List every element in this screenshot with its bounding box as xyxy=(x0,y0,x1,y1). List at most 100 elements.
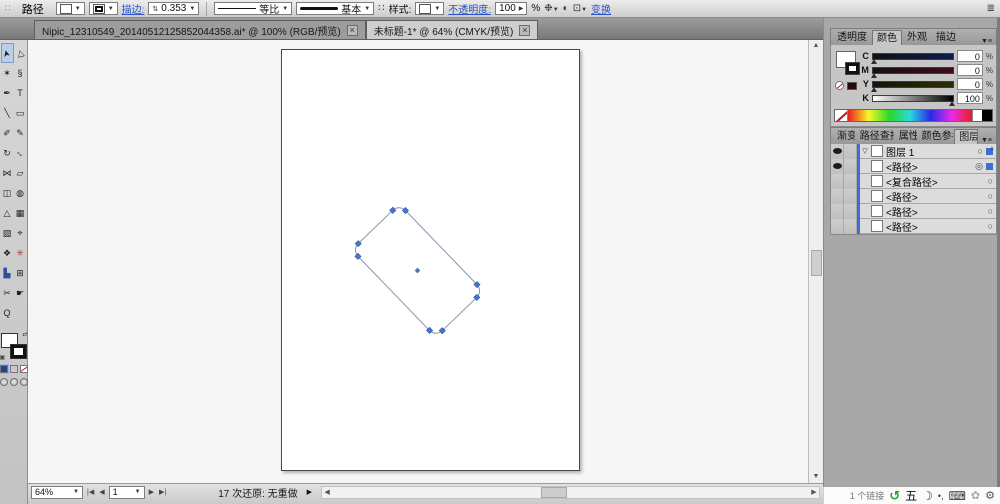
control-panel-menu-icon[interactable]: ≣ xyxy=(987,3,995,14)
stroke-panel-link[interactable]: 描边: xyxy=(122,1,145,16)
horizontal-scrollbar[interactable]: ◀ ▶ xyxy=(321,485,820,499)
stepper-icon[interactable]: ⇅ xyxy=(152,5,158,13)
column-graph-tool[interactable]: ▙ xyxy=(1,263,14,283)
channel-value-field[interactable]: 0 xyxy=(956,50,983,62)
gradient-tool[interactable]: ▧ xyxy=(1,223,14,243)
layer-row[interactable]: <路径> ○ xyxy=(831,188,996,204)
slider-handle[interactable] xyxy=(870,58,877,64)
slice-tool[interactable]: ✂ xyxy=(1,283,14,303)
brush-definition-dropdown[interactable]: 基本 ▼ xyxy=(296,2,375,16)
scroll-down-icon[interactable]: ▼ xyxy=(809,471,823,483)
layer-row[interactable]: ▽ 图层 1 ○ xyxy=(831,143,996,159)
stroke-weight-field[interactable]: ⇅ 0.353 ▼ xyxy=(148,2,200,15)
spectrum-black-swatch[interactable] xyxy=(982,110,992,121)
target-circle-icon[interactable]: ○ xyxy=(988,221,993,231)
slider-handle[interactable] xyxy=(870,86,877,92)
scale-tool[interactable]: ↔ xyxy=(13,143,26,163)
layer-row[interactable]: <路径> ◎ xyxy=(831,158,996,174)
channel-value-field[interactable]: 100 xyxy=(956,92,983,104)
visibility-toggle[interactable] xyxy=(831,218,844,234)
fill-color-dropdown[interactable]: ▼ xyxy=(55,2,85,15)
last-color-swatch[interactable] xyxy=(847,82,857,90)
lock-toggle[interactable] xyxy=(844,203,857,219)
rectangle-tool[interactable]: ▭ xyxy=(14,103,27,123)
slider-handle[interactable] xyxy=(948,100,955,106)
panel-grip-icon[interactable]: ∷ xyxy=(5,3,11,14)
lasso-tool[interactable]: § xyxy=(14,63,27,83)
stroke-proxy-swatch[interactable] xyxy=(845,62,860,75)
target-circle-icon[interactable]: ○ xyxy=(988,191,993,201)
color-group-tab[interactable]: 颜色 xyxy=(872,30,902,45)
horizontal-scroll-thumb[interactable] xyxy=(540,486,567,498)
lock-toggle[interactable] xyxy=(844,218,857,234)
gradient-mode-button[interactable] xyxy=(9,365,18,373)
selected-rounded-rectangle[interactable] xyxy=(28,40,808,483)
layers-group-tab[interactable]: 图层 xyxy=(954,129,978,144)
symbol-sprayer-tool[interactable]: ✳ xyxy=(14,243,27,263)
channel-slider[interactable] xyxy=(870,66,954,78)
slider-handle[interactable] xyxy=(870,72,877,78)
lock-toggle[interactable] xyxy=(844,143,857,159)
mesh-tool[interactable]: ▦ xyxy=(14,203,27,223)
free-transform-tool[interactable]: ▱ xyxy=(14,163,27,183)
none-swatch-icon[interactable] xyxy=(835,81,844,90)
tab-close-icon[interactable]: × xyxy=(346,24,358,36)
visibility-toggle[interactable] xyxy=(831,158,844,174)
target-circle-icon[interactable]: ○ xyxy=(988,206,993,216)
layers-group-tab[interactable]: 路径查找器 xyxy=(856,129,894,144)
type-tool[interactable]: T xyxy=(14,83,27,103)
scroll-up-icon[interactable]: ▲ xyxy=(809,40,823,52)
color-mode-button[interactable] xyxy=(0,364,9,374)
spectrum-none-swatch[interactable] xyxy=(835,110,848,121)
visibility-toggle[interactable] xyxy=(831,143,844,159)
color-spectrum-bar[interactable] xyxy=(834,109,993,122)
channel-slider[interactable] xyxy=(870,52,954,64)
lock-toggle[interactable] xyxy=(844,188,857,204)
draw-behind-button[interactable] xyxy=(9,378,18,386)
swap-fill-stroke-icon[interactable]: ⇄ xyxy=(22,331,27,338)
expand-arrow-icon[interactable]: ▽ xyxy=(860,147,870,155)
opacity-field[interactable]: 100 ▶ xyxy=(495,2,528,15)
target-circle-icon[interactable]: ○ xyxy=(988,176,993,186)
scroll-right-icon[interactable]: ▶ xyxy=(809,487,819,498)
color-group-tab[interactable]: 透明度 xyxy=(833,30,871,45)
visibility-toggle[interactable] xyxy=(831,173,844,189)
color-group-tab[interactable]: 外观 xyxy=(903,30,931,45)
last-page-button[interactable]: ▶| xyxy=(158,488,167,496)
panel-menu-icon[interactable]: ▼≡ xyxy=(979,38,994,45)
zoom-level-dropdown[interactable]: 64% ▼ xyxy=(31,485,83,499)
vertical-scroll-thumb[interactable] xyxy=(811,250,822,276)
flower-icon[interactable]: ✿ xyxy=(971,489,980,502)
pencil-tool[interactable]: ✎ xyxy=(14,123,27,143)
color-group-tab[interactable]: 描边 xyxy=(932,30,960,45)
vertical-scrollbar[interactable]: ▲ ▼ xyxy=(808,40,823,483)
style-dropdown[interactable]: ▼ xyxy=(415,2,445,15)
pen-tool[interactable]: ✒ xyxy=(1,83,14,103)
channel-value-field[interactable]: 0 xyxy=(956,64,983,76)
keyboard-icon[interactable]: ⌨ xyxy=(949,489,966,503)
moon-icon[interactable]: ☽ xyxy=(922,489,933,503)
tab-close-icon[interactable]: × xyxy=(519,24,531,36)
first-page-button[interactable]: |◀ xyxy=(86,488,95,496)
document-tab[interactable]: 未标题-1* @ 64% (CMYK/预览) × xyxy=(365,20,539,39)
draw-normal-button[interactable] xyxy=(0,378,8,386)
layer-row[interactable]: <复合路径> ○ xyxy=(831,173,996,189)
tray-swirl-icon[interactable]: ↺ xyxy=(889,488,900,504)
live-paint-bucket-tool[interactable]: ◍ xyxy=(14,183,27,203)
document-tab[interactable]: Nipic_12310549_20140512125852044358.ai* … xyxy=(34,20,366,39)
document-setup-icon[interactable]: ◐ xyxy=(563,3,569,14)
none-mode-button[interactable] xyxy=(19,365,28,373)
tray-dots-icon[interactable]: •, xyxy=(938,491,944,501)
channel-value-field[interactable]: 0 xyxy=(956,78,983,90)
wrench-icon[interactable]: ⚙ xyxy=(985,489,995,502)
stroke-proxy-swatch[interactable] xyxy=(9,344,27,359)
layers-group-tab[interactable]: 属性 xyxy=(895,129,917,144)
paintbrush-tool[interactable]: ✐ xyxy=(1,123,14,143)
ime-mode-icon[interactable]: 五 xyxy=(905,487,917,504)
panel-menu-icon[interactable]: ▼≡ xyxy=(979,137,994,144)
lock-toggle[interactable] xyxy=(844,158,857,174)
visibility-toggle[interactable] xyxy=(831,188,844,204)
blend-tool[interactable]: ❖ xyxy=(1,243,14,263)
scroll-left-icon[interactable]: ◀ xyxy=(322,487,332,498)
screen-mode-button[interactable] xyxy=(19,378,28,386)
